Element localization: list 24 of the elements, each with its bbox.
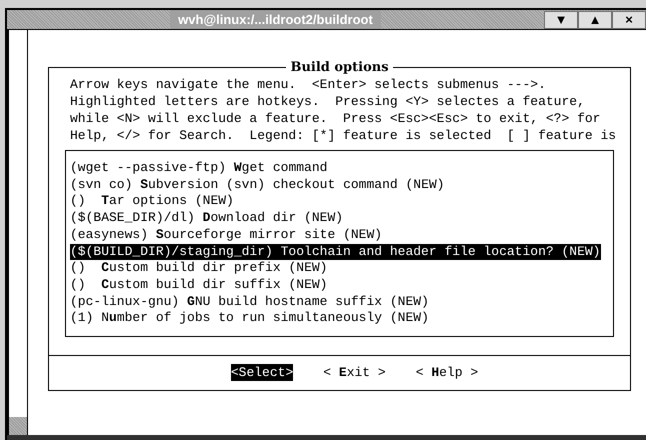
window-control-button[interactable]: × xyxy=(612,10,646,28)
help-text: while <N> will exclude a feature. Press <Esc><Esc> to exit, <?> for xyxy=(70,110,602,127)
dialog-title: Build options xyxy=(286,59,393,76)
help-text: Help, </> for Search. Legend: [*] feature is selected [ ] feature is xyxy=(70,127,618,144)
menu-item[interactable]: () Custom build dir prefix (NEW) xyxy=(70,260,328,277)
help-text: Arrow keys navigate the menu. <Enter> selects submenus --->. xyxy=(70,76,547,93)
window-control-button[interactable]: ▼ xyxy=(544,10,578,28)
dialog-button[interactable]: < Help > xyxy=(416,364,478,382)
menu-item[interactable]: (wget --passive-ftp) Wget command xyxy=(70,160,328,177)
scrollbar[interactable] xyxy=(7,30,28,435)
scrollbar-thumb[interactable] xyxy=(9,417,27,435)
dialog-button[interactable]: <Select> xyxy=(230,364,294,382)
window-title: wvh@linux:/...ildroot2/buildroot xyxy=(170,10,381,30)
menu-item[interactable]: (pc-linux-gnu) GNU build hostname suffix (NEW) xyxy=(70,294,429,310)
menu-item[interactable]: ($(BASE_DIR)/dl) Download dir (NEW) xyxy=(70,210,344,227)
menu-item[interactable]: (easynews) Sourceforge mirror site (NEW) xyxy=(70,226,382,244)
dialog-button[interactable]: < Exit > xyxy=(323,364,386,382)
menu-item[interactable]: (1) Number of jobs to run simultaneously (NEW) xyxy=(70,310,429,328)
menu-item[interactable]: () Tar options (NEW) xyxy=(70,193,234,210)
menu-item[interactable]: ($(BUILD_DIR)/staging_dir) Toolchain and header file location? (NEW) xyxy=(70,244,600,260)
window-control-button[interactable]: ▲ xyxy=(578,10,612,28)
help-text: Highlighted letters are hotkeys. Pressing <Y> selectes a feature, xyxy=(70,93,586,110)
menu-item[interactable]: (svn co) Subversion (svn) checkout command (NEW) xyxy=(70,176,444,194)
menu-item[interactable]: () Custom build dir suffix (NEW) xyxy=(70,276,328,294)
